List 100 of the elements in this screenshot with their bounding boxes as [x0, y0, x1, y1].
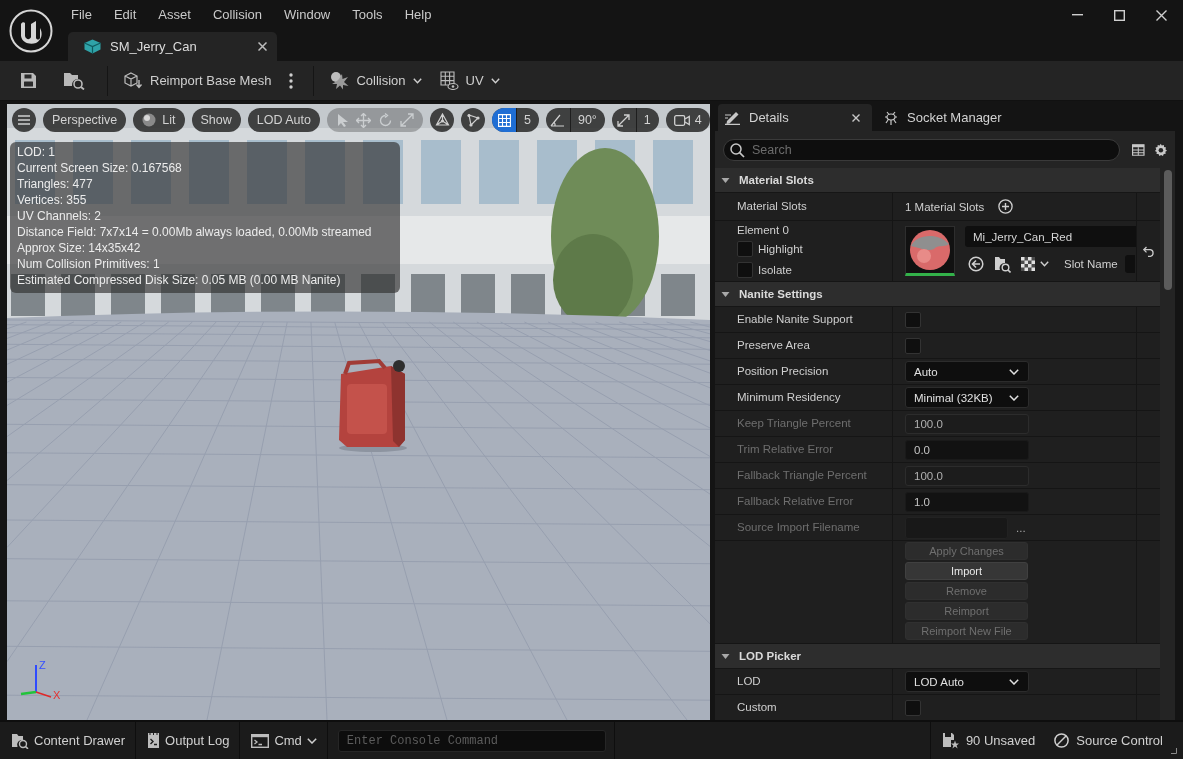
checkbox[interactable] [905, 311, 921, 328]
material-sphere-drawing[interactable] [905, 226, 955, 276]
property-label: Fallback Relative Error [737, 494, 854, 509]
property-label: Keep Triangle Percent [737, 416, 851, 431]
caret-icon[interactable] [1040, 261, 1049, 267]
scrollbar-thumb[interactable] [1163, 170, 1172, 290]
minimize-icon [1072, 14, 1083, 16]
property-label: Preserve Area [737, 338, 810, 353]
close-icon [1156, 9, 1167, 21]
collision-menu[interactable]: Collision [324, 65, 428, 96]
category-header[interactable]: Nanite Settings [715, 282, 1160, 307]
lit-mode-button[interactable]: Lit [133, 108, 185, 132]
arrow-circle-icon[interactable] [968, 256, 984, 272]
axis-label: Z [39, 659, 46, 671]
pencil-icon [724, 110, 741, 125]
terminal-icon [251, 733, 270, 748]
property-label: Trim Relative Error [737, 442, 834, 457]
action-button[interactable]: Import [905, 562, 1028, 580]
scale-snap-value[interactable]: 1 [636, 108, 659, 132]
angle-snap-value[interactable]: 90° [570, 108, 605, 132]
property-label: Element 0 [737, 223, 789, 238]
stat-line: Triangles: 477 [17, 176, 94, 192]
content-drawer-button[interactable]: Content Drawer [0, 722, 137, 759]
sphere-icon [142, 113, 157, 127]
menu-item[interactable]: Asset [147, 0, 202, 30]
checkbox-label: Highlight [758, 243, 803, 255]
menu-item[interactable]: Window [273, 0, 342, 30]
camera-icon [673, 114, 690, 126]
checkbox[interactable] [905, 699, 921, 716]
property-label: Material Slots [737, 199, 807, 214]
disk-star-icon [941, 732, 959, 749]
axis-label: X [53, 689, 61, 701]
slot-name-label: Slot Name [1064, 258, 1118, 270]
folder-search-icon [11, 732, 29, 749]
resize-grip-icon[interactable] [1171, 748, 1177, 754]
source-control-button[interactable]: Source Control [1043, 722, 1171, 759]
viewport-button[interactable]: Show [191, 108, 241, 132]
cube-icon [84, 39, 101, 54]
starburst-icon [330, 71, 350, 90]
property-label: Enable Nanite Support [737, 312, 853, 327]
grid-eye-icon [439, 71, 459, 90]
stat-line: Vertices: 355 [17, 192, 88, 208]
logo-icon[interactable] [8, 8, 53, 53]
add-icon[interactable] [998, 199, 1014, 214]
mesh-arrow-icon [124, 72, 143, 89]
close-icon[interactable] [852, 113, 860, 122]
prohibited-icon [1054, 733, 1070, 748]
checkbox[interactable] [737, 241, 753, 257]
grid-snap-toggle[interactable] [492, 108, 517, 132]
close-icon[interactable] [258, 42, 267, 51]
folder-search-icon [63, 71, 85, 90]
grid-snap-value[interactable]: 5 [517, 108, 539, 132]
folder-search-icon[interactable] [994, 255, 1011, 273]
caret-icon [412, 77, 422, 84]
stat-line: Distance Field: 7x7x14 = 0.00Mb always loaded, 0.00Mb streamed [17, 224, 373, 240]
table-icon[interactable] [1132, 142, 1145, 157]
menu-item[interactable]: Edit [102, 0, 148, 30]
viewport-button[interactable]: LOD Auto [247, 108, 320, 132]
dropdown[interactable]: Auto [905, 361, 1029, 382]
category-header[interactable]: LOD Picker [715, 644, 1160, 669]
uv-menu[interactable]: UV [433, 65, 506, 96]
checkbox[interactable] [905, 337, 921, 354]
panel-tab[interactable]: Socket Manager [872, 104, 1014, 131]
material-field[interactable]: Mi_Jerry_Can_Red [965, 226, 1136, 247]
checker-icon[interactable] [1021, 257, 1035, 271]
menu-item[interactable]: Collision [201, 0, 273, 30]
menu-item[interactable]: Tools [341, 0, 394, 30]
caret-icon [490, 77, 500, 84]
menu-item[interactable]: File [60, 0, 103, 30]
stat-line: Estimated Compressed Disk Size: 0.05 MB (0.00 MB Nanite) [17, 272, 342, 288]
save-icon [20, 72, 37, 89]
maximize-icon [1114, 9, 1125, 21]
menu-item[interactable]: Help [393, 0, 443, 30]
stat-line: UV Channels: 2 [17, 208, 103, 224]
category-header[interactable]: Material Slots [715, 168, 1160, 193]
search-field[interactable]: Search [723, 138, 1120, 161]
bug-icon [883, 109, 899, 126]
console-input[interactable]: Enter Console Command [337, 729, 606, 752]
pyramid-icon [434, 112, 450, 128]
reimport-button[interactable]: Reimport Base Mesh [118, 65, 278, 96]
output-log-button[interactable]: Output Log [136, 722, 241, 759]
stat-line: Current Screen Size: 0.167568 [17, 160, 183, 176]
settings-icon[interactable] [1153, 141, 1167, 158]
unsaved-button[interactable]: 90 Unsaved [930, 722, 1044, 759]
reset-arrow-icon[interactable] [1142, 245, 1155, 257]
cmd-button[interactable]: Cmd [240, 722, 328, 759]
panel-tab[interactable]: Details [718, 104, 872, 131]
dropdown[interactable]: Minimal (32KB) [905, 387, 1029, 408]
checkbox[interactable] [737, 262, 753, 278]
more-icon [289, 72, 294, 89]
property-label: Source Import Filename [737, 520, 860, 535]
caret-icon [306, 737, 317, 744]
property-value: 1 Material Slots [905, 200, 985, 213]
caret-icon [1009, 368, 1019, 375]
grid-icon [497, 113, 511, 127]
dropdown[interactable]: LOD Auto [905, 671, 1029, 692]
property-label: Minimum Residency [737, 390, 841, 405]
document-tab[interactable]: SM_Jerry_Can [68, 32, 277, 61]
viewport-button[interactable]: Perspective [43, 108, 127, 132]
stat-line: LOD: 1 [17, 144, 56, 160]
